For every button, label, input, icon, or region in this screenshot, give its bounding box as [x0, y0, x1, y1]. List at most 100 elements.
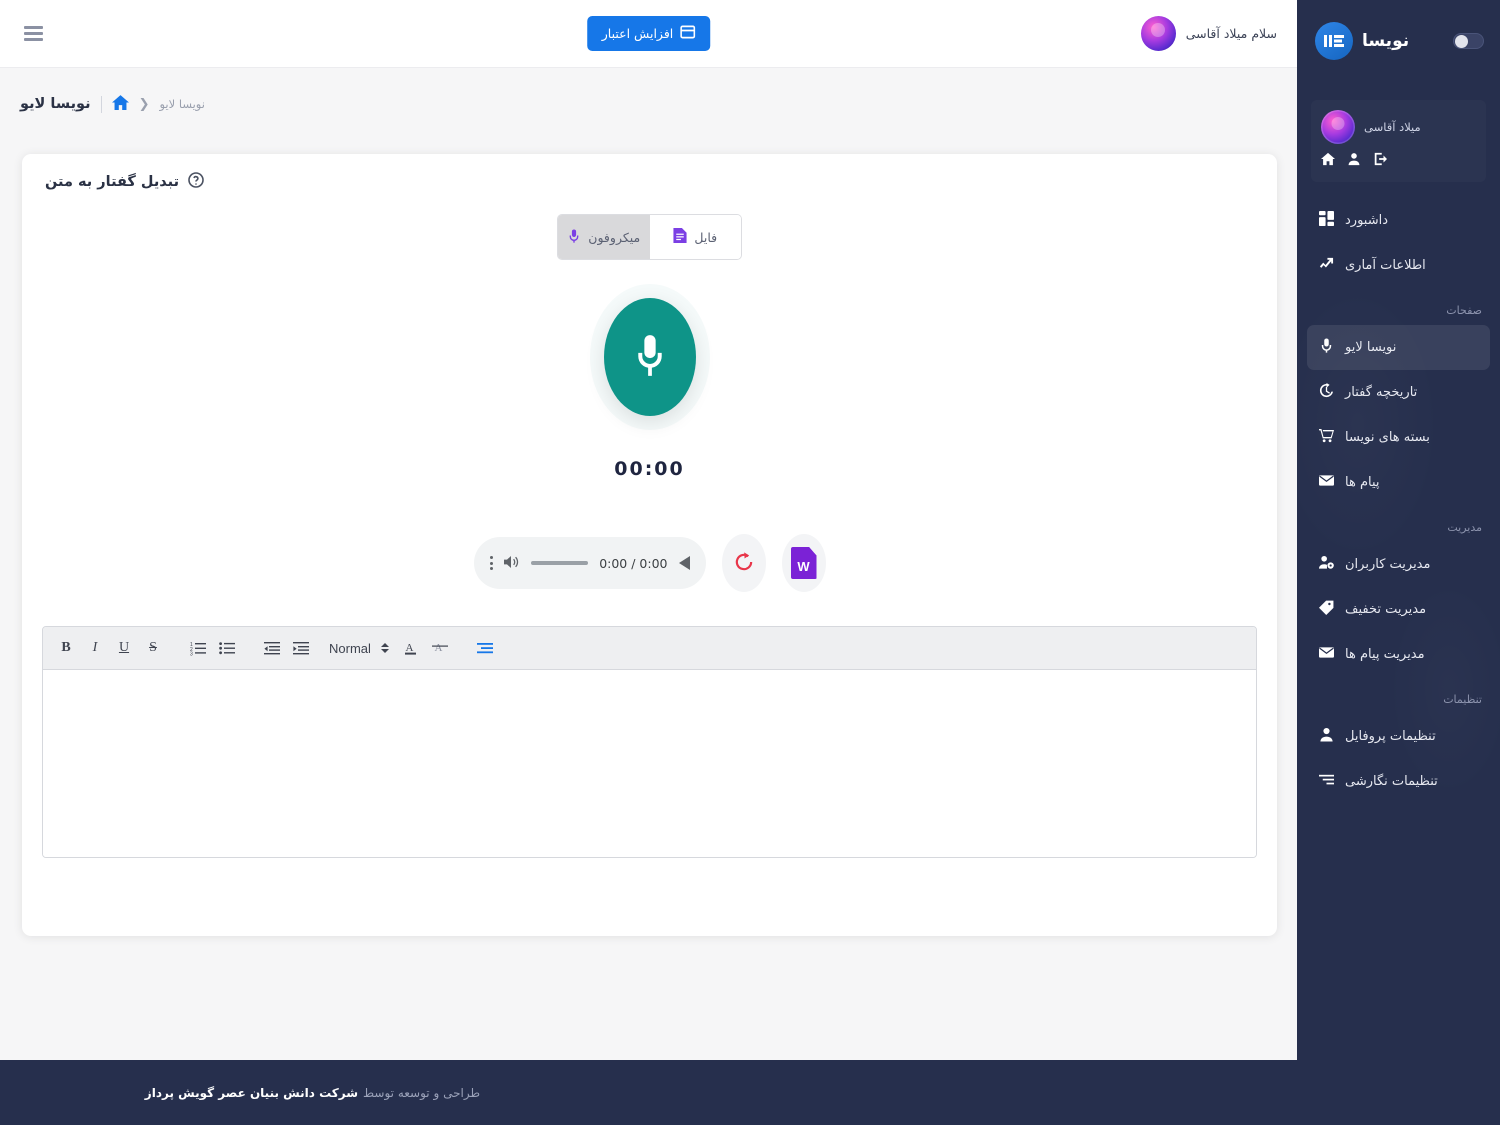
- sidebar-item-manage-discounts[interactable]: مدیریت تخفیف: [1307, 587, 1490, 632]
- card-icon: [680, 25, 696, 42]
- clear-format-icon[interactable]: A: [427, 635, 453, 661]
- brand-name: نویسا: [1362, 31, 1410, 51]
- play-icon[interactable]: [678, 556, 690, 570]
- tab-label: فایل: [694, 229, 718, 245]
- format-picker[interactable]: Normal: [323, 641, 395, 656]
- theme-toggle[interactable]: [1453, 33, 1484, 49]
- file-icon: [673, 228, 687, 246]
- sidebar-item-manage-messages[interactable]: مدیریت پیام ها: [1307, 632, 1490, 677]
- tag-icon: [1319, 600, 1334, 619]
- avatar[interactable]: [1140, 16, 1176, 51]
- sidebar-item-manage-users[interactable]: مدیریت کاربران: [1307, 542, 1490, 587]
- microphone-icon: [633, 333, 667, 382]
- hamburger-icon[interactable]: [20, 22, 47, 45]
- user-icon[interactable]: [1347, 151, 1361, 170]
- more-vertical-icon[interactable]: [489, 556, 493, 570]
- tab-file[interactable]: فایل: [649, 215, 741, 259]
- export-word-button[interactable]: W: [781, 534, 826, 592]
- breadcrumb-current: نویسا لایو: [159, 97, 205, 111]
- mail-icon: [1319, 473, 1334, 492]
- tab-microphone[interactable]: میکروفون: [558, 215, 650, 259]
- sidebar-item-label: داشبورد: [1345, 213, 1388, 228]
- sidebar-item-label: نویسا لایو: [1345, 340, 1397, 355]
- speech-to-text-card: تبدیل گفتار به متن میکروفون فایل 00:00 0…: [22, 154, 1277, 936]
- tab-label: میکروفون: [588, 229, 641, 245]
- sidebar-profile[interactable]: میلاد آقاسی: [1311, 100, 1486, 182]
- sidebar-item-profile-settings[interactable]: تنظیمات پروفایل: [1307, 714, 1490, 759]
- sidebar-item-label: اطلاعات آماری: [1345, 258, 1426, 273]
- input-mode-tabs: میکروفون فایل: [557, 214, 742, 260]
- sidebar-item-label: مدیریت کاربران: [1345, 557, 1431, 572]
- top-header: سلام میلاد آقاسی افزایش اعتبار: [0, 0, 1297, 68]
- card-title-text: تبدیل گفتار به متن: [45, 174, 180, 190]
- volume-icon[interactable]: [503, 554, 520, 573]
- home-icon[interactable]: [111, 94, 129, 115]
- outdent-icon[interactable]: [259, 635, 285, 661]
- sidebar-item-nevisa-live[interactable]: نویسا لایو: [1307, 325, 1490, 370]
- profile-name: میلاد آقاسی: [1364, 120, 1421, 134]
- bold-button[interactable]: B: [53, 635, 79, 661]
- greeting-block: سلام میلاد آقاسی: [1140, 16, 1277, 51]
- sidebar-item-nevisa-packages[interactable]: بسته های نویسا: [1307, 415, 1490, 460]
- text-settings-icon: [1319, 772, 1334, 791]
- text-color-icon[interactable]: A: [398, 635, 424, 661]
- nevisa-logo-icon: [1315, 22, 1353, 60]
- mail-icon: [1319, 645, 1334, 664]
- dashboard-icon: [1319, 211, 1334, 230]
- sidebar-item-speech-history[interactable]: تاریخچه گفتار: [1307, 370, 1490, 415]
- sidebar-item-writing-settings[interactable]: تنظیمات نگارشی: [1307, 759, 1490, 804]
- footer-company: شرکت دانش بنیان عصر گویش پرداز: [144, 1085, 359, 1100]
- reset-button[interactable]: [721, 534, 766, 592]
- credit-button-label: افزایش اعتبار: [601, 26, 674, 41]
- greeting-text: سلام میلاد آقاسی: [1185, 26, 1277, 41]
- text-editor: B I U S 123 Normal A A: [42, 626, 1257, 858]
- sidebar-item-label: بسته های نویسا: [1345, 430, 1430, 445]
- analytics-icon: [1319, 256, 1334, 275]
- sidebar-section-management: مدیریت: [1447, 521, 1482, 534]
- italic-button[interactable]: I: [82, 635, 108, 661]
- add-credit-button[interactable]: افزایش اعتبار: [586, 16, 711, 51]
- audio-player[interactable]: 0:00 / 0:00: [473, 537, 706, 589]
- sidebar-item-messages[interactable]: پیام ها: [1307, 460, 1490, 505]
- home-icon[interactable]: [1321, 151, 1335, 170]
- sidebar-header: نویسا: [1297, 0, 1500, 82]
- align-right-icon[interactable]: [472, 635, 498, 661]
- svg-text:A: A: [405, 642, 413, 654]
- logout-icon[interactable]: [1373, 151, 1387, 170]
- chevron-updown-icon: [380, 643, 389, 653]
- editor-toolbar: B I U S 123 Normal A A: [43, 627, 1256, 670]
- help-circle-icon[interactable]: [188, 172, 204, 192]
- sidebar-nav: داشبورد اطلاعات آماری صفحات نویسا لایو ت…: [1297, 198, 1500, 804]
- indent-icon[interactable]: [288, 635, 314, 661]
- sidebar-section-pages: صفحات: [1446, 304, 1482, 317]
- sidebar-item-dashboard[interactable]: داشبورد: [1307, 198, 1490, 243]
- breadcrumb-separator: ❮: [138, 96, 150, 112]
- playback-controls: 0:00 / 0:00 W: [22, 534, 1277, 592]
- sidebar-item-analytics[interactable]: اطلاعات آماری: [1307, 243, 1490, 288]
- ordered-list-icon[interactable]: 123: [185, 635, 211, 661]
- refresh-icon: [733, 551, 755, 576]
- sidebar-item-label: تاریخچه گفتار: [1345, 385, 1418, 400]
- sidebar: نویسا میلاد آقاسی داشبورد اطلاعات آماری …: [1297, 0, 1500, 1060]
- underline-button[interactable]: U: [111, 635, 137, 661]
- strikethrough-button[interactable]: S: [140, 635, 166, 661]
- sidebar-item-label: مدیریت تخفیف: [1345, 602, 1427, 617]
- svg-text:A: A: [434, 642, 442, 654]
- bullet-list-icon[interactable]: [214, 635, 240, 661]
- breadcrumb: نویسا لایو ❮ نویسا لایو: [0, 68, 1297, 140]
- audio-progress-bar[interactable]: [530, 561, 589, 565]
- sidebar-item-label: پیام ها: [1345, 475, 1380, 490]
- svg-text:3: 3: [190, 652, 193, 657]
- sidebar-item-label: مدیریت پیام ها: [1345, 647, 1425, 662]
- app-root: نویسا میلاد آقاسی داشبورد اطلاعات آماری …: [0, 0, 1500, 1125]
- breadcrumb-divider: [100, 95, 102, 113]
- record-button[interactable]: [603, 298, 696, 416]
- recording-timer: 00:00: [614, 458, 685, 480]
- microphone-icon: [1319, 338, 1334, 357]
- user-icon: [1319, 727, 1334, 746]
- record-area: [22, 298, 1277, 416]
- editor-content[interactable]: [43, 670, 1256, 857]
- sidebar-section-settings: تنظیمات: [1443, 693, 1482, 706]
- card-header: تبدیل گفتار به متن: [22, 154, 1277, 192]
- sidebar-item-label: تنظیمات نگارشی: [1345, 774, 1438, 789]
